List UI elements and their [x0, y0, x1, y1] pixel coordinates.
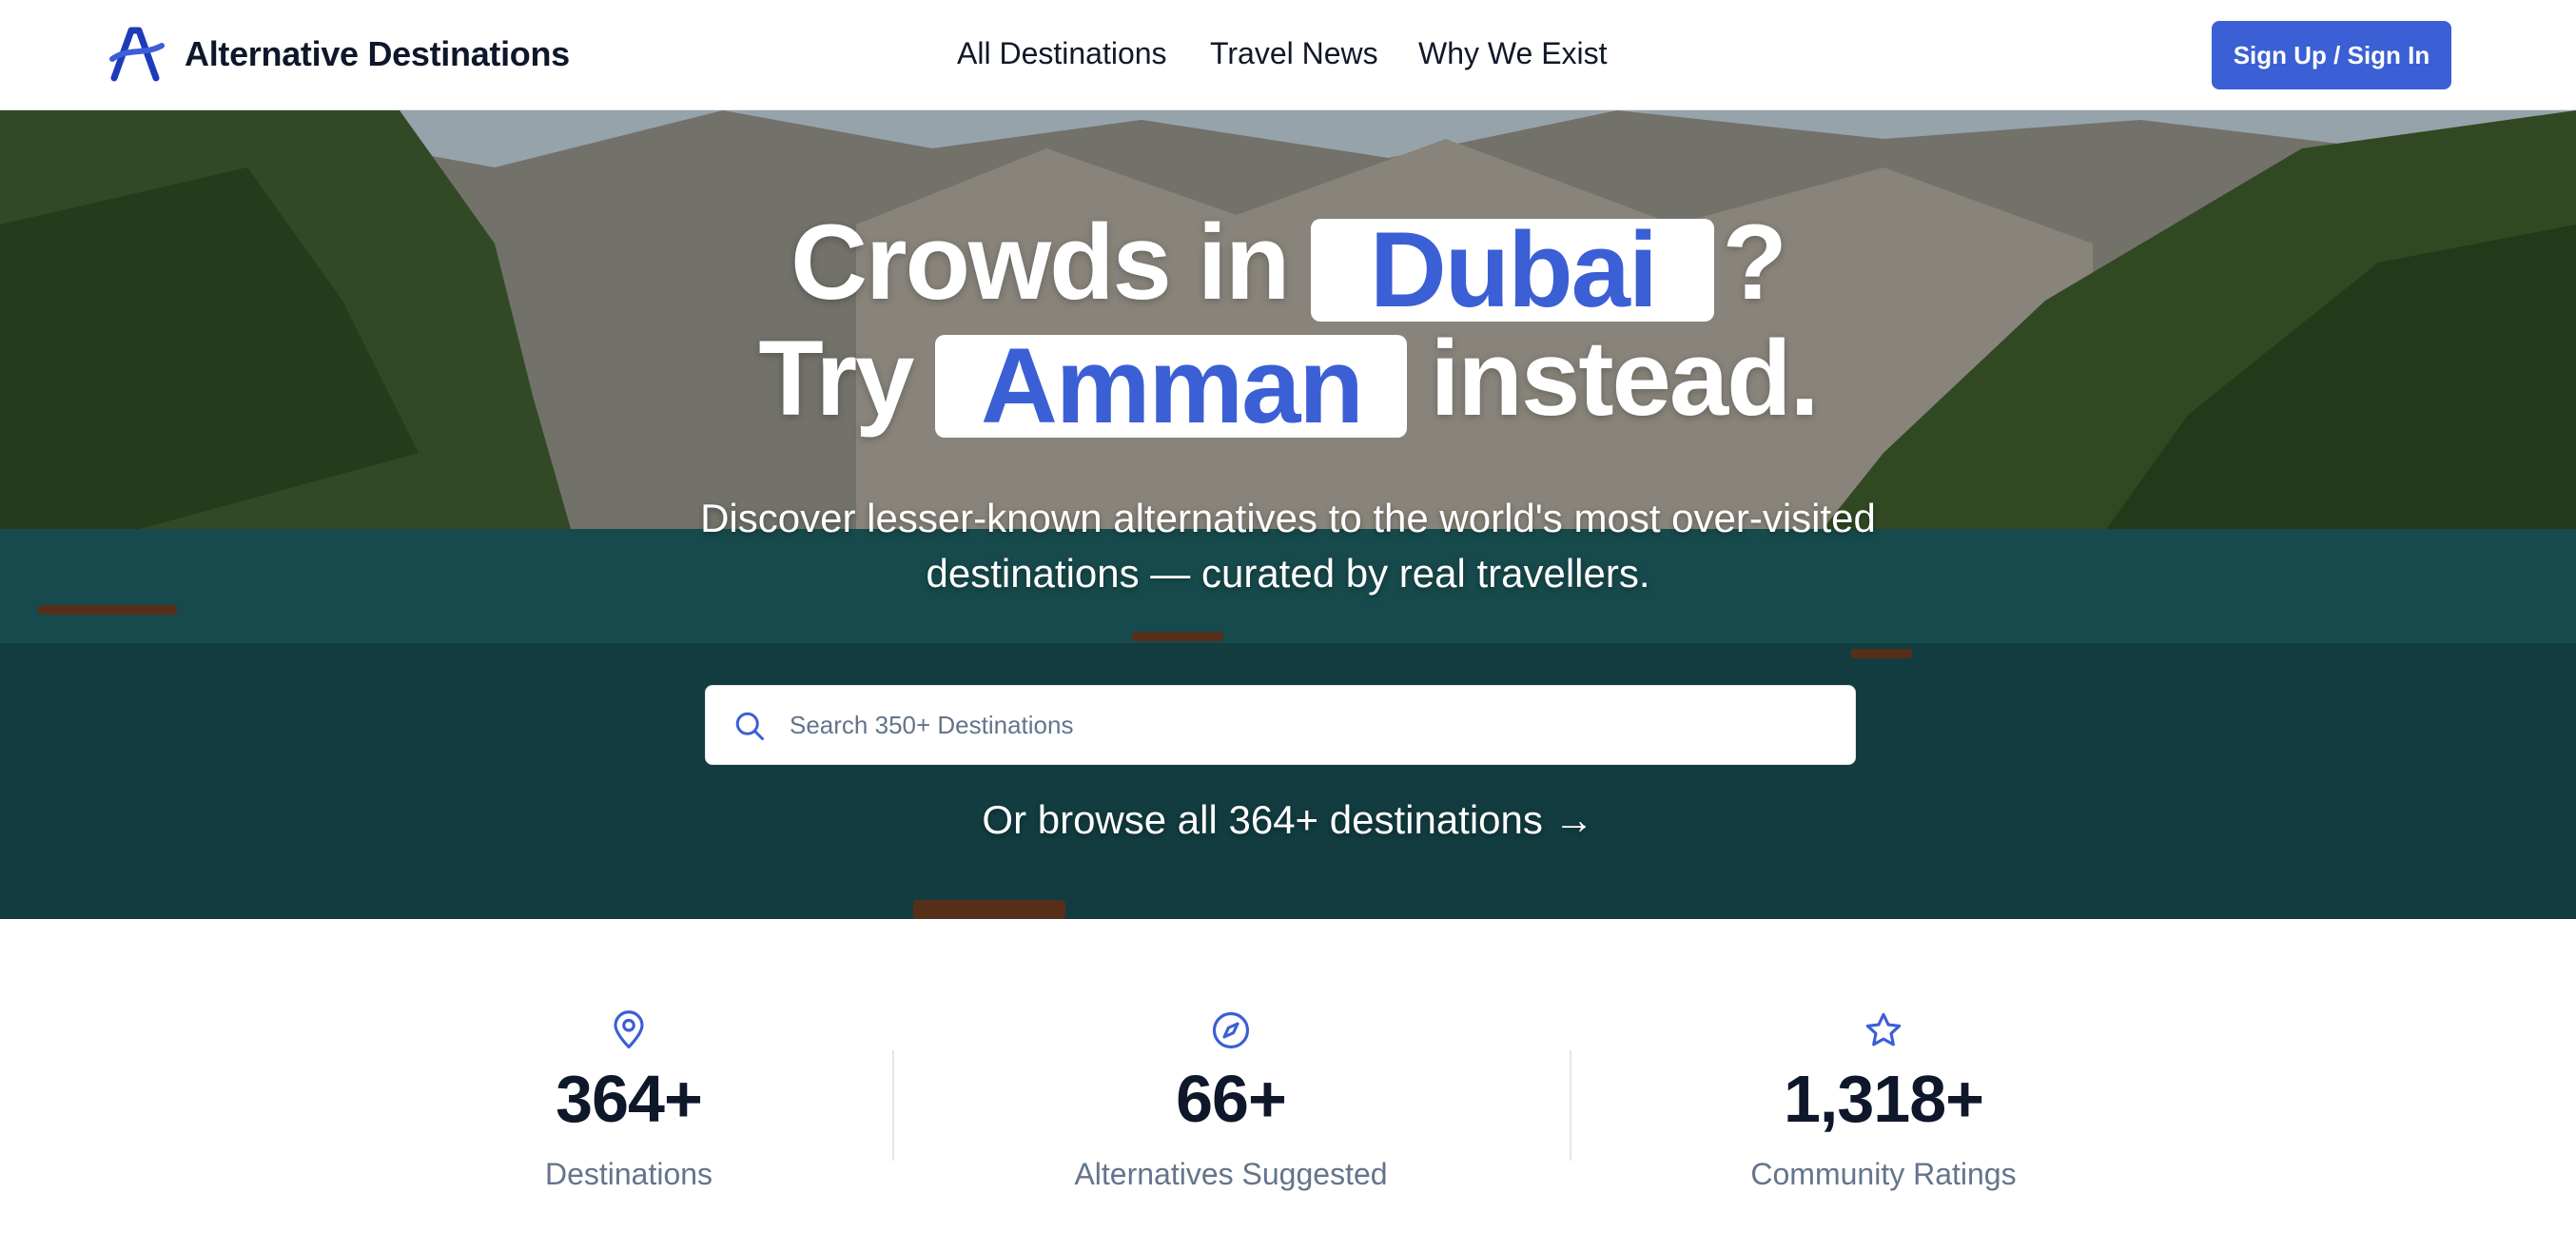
- stat-divider: [892, 1050, 894, 1161]
- alternative-destination-pill: Amman: [935, 333, 1408, 440]
- hero-section: Crowds in Dubai? Try Amman instead. Discove…: [0, 110, 2576, 919]
- stat-value: 66+: [1176, 1062, 1287, 1136]
- stat-label: Destinations: [544, 1157, 713, 1191]
- stat-divider: [1570, 1050, 1571, 1161]
- headline-line-2: Try Amman instead.: [0, 325, 2576, 440]
- stat-value: 1,318+: [1783, 1062, 1984, 1136]
- nav-travel-news[interactable]: Travel News: [1210, 36, 1378, 71]
- search-input[interactable]: [790, 686, 1836, 764]
- nav-all-destinations[interactable]: All Destinations: [957, 36, 1167, 71]
- sign-up-button[interactable]: Sign Up / Sign In: [2212, 21, 2451, 89]
- stat-label: Community Ratings: [1750, 1157, 2017, 1191]
- map-pin-icon: [614, 1010, 644, 1049]
- site-header: Alternative Destinations All Destination…: [0, 0, 2576, 110]
- logo-icon[interactable]: [108, 27, 166, 82]
- nav-why-we-exist[interactable]: Why We Exist: [1418, 36, 1608, 71]
- browse-all-link[interactable]: Or browse all 364+ destinations →: [0, 797, 2576, 843]
- headline-try: Try: [758, 319, 914, 438]
- crowded-destination-pill: Dubai: [1311, 217, 1715, 323]
- star-icon: [1865, 1012, 1902, 1047]
- search-box[interactable]: [705, 685, 1856, 765]
- headline-question-mark: ?: [1722, 203, 1786, 322]
- stat-destinations: 364+ Destinations: [343, 1010, 914, 1192]
- stat-label: Alternatives Suggested: [1074, 1157, 1388, 1191]
- stat-ratings: 1,318+ Community Ratings: [1598, 1010, 2169, 1192]
- headline-prefix: Crowds in: [790, 203, 1290, 322]
- compass-icon: [1212, 1011, 1250, 1049]
- headline-line-1: Crowds in Dubai?: [0, 209, 2576, 323]
- search-icon: [735, 712, 764, 740]
- hero-subtext: Discover lesser-known alternatives to th…: [700, 496, 1876, 596]
- headline-suffix: instead.: [1430, 319, 1819, 438]
- stat-alternatives: 66+ Alternatives Suggested: [946, 1010, 1516, 1192]
- stat-value: 364+: [556, 1062, 703, 1136]
- brand-name[interactable]: Alternative Destinations: [185, 34, 570, 74]
